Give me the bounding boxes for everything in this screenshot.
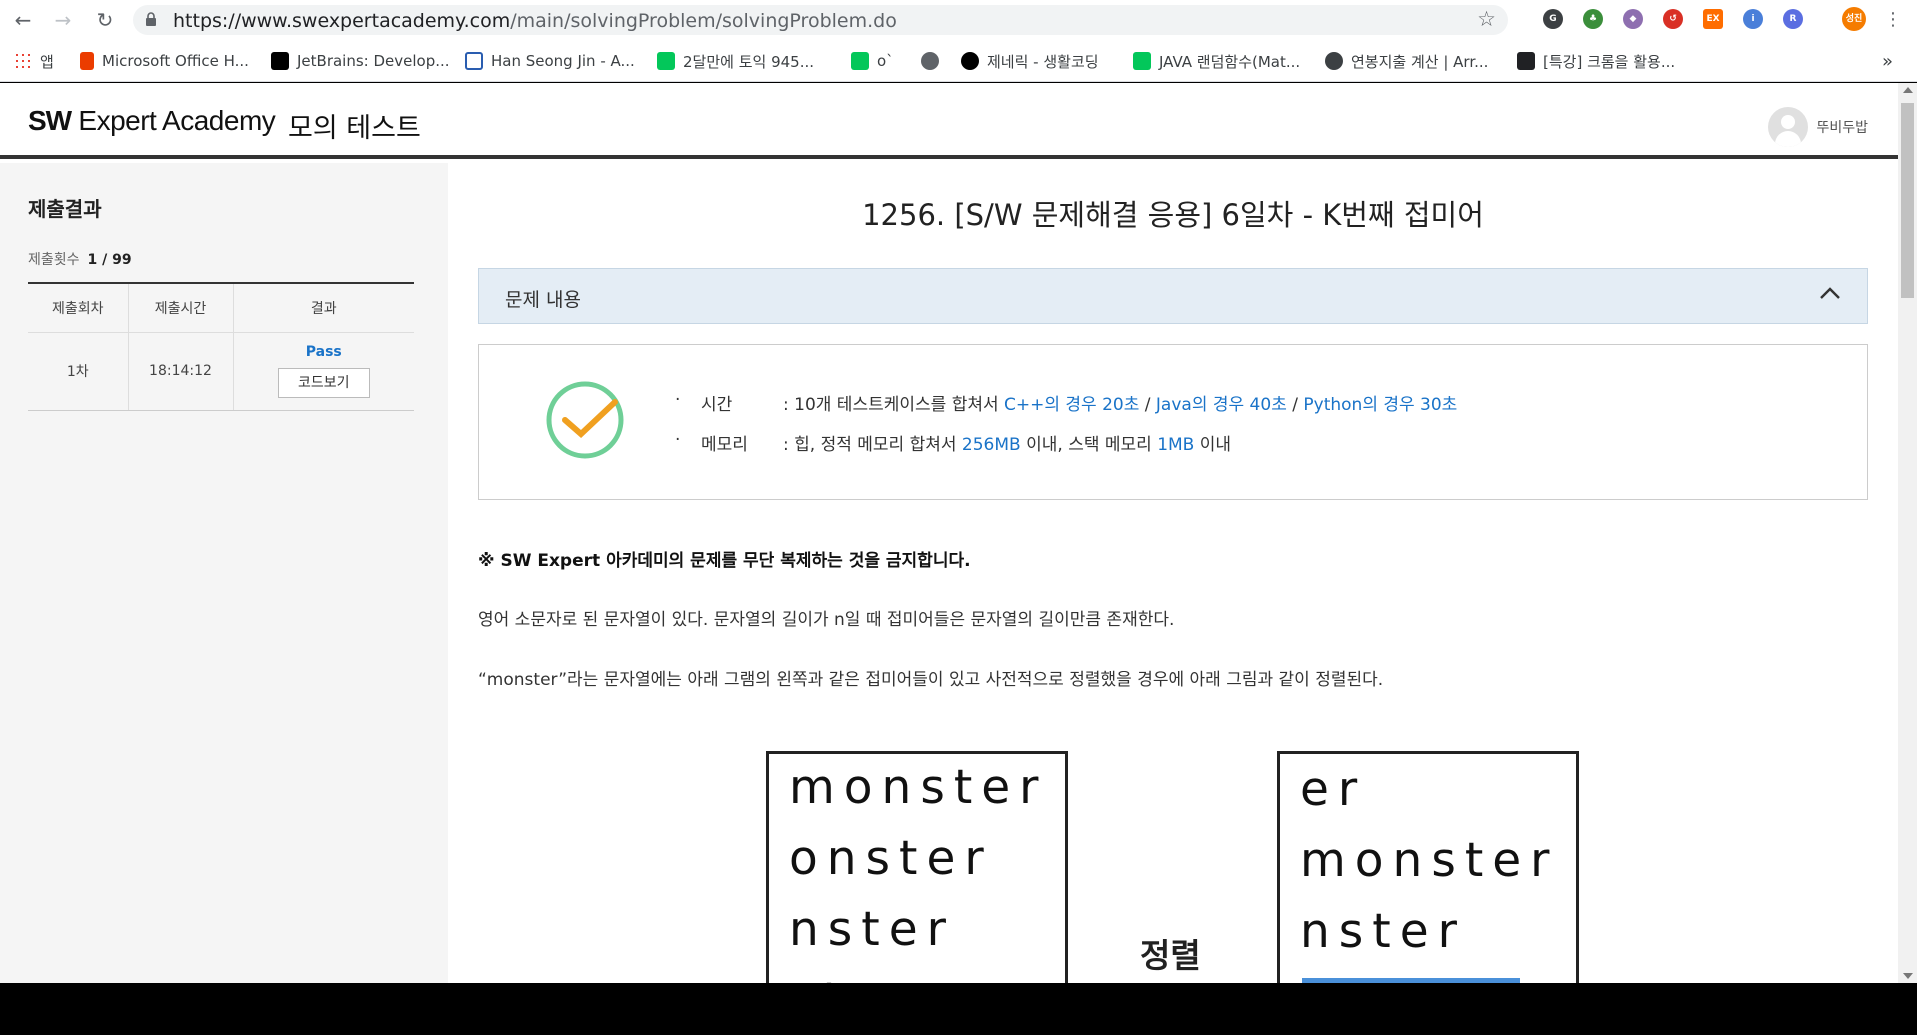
panel-title: 문제 내용 (505, 289, 581, 311)
user-name: 뚜비두밥 (1816, 120, 1868, 136)
bookmarks-overflow-button[interactable]: » (1882, 49, 1893, 73)
problem-paragraph: 영어 소문자로 된 문자열이 있다. 문자열의 길이가 n일 때 접미어들은 문… (478, 610, 1175, 630)
figure-line: monster (1300, 833, 1559, 888)
submission-sidebar: 제출결과 제출횟수 1 / 99 제출회차 제출시간 결과 1차 18:14:12 (0, 163, 448, 983)
reload-icon[interactable]: ↻ (92, 7, 118, 33)
result-pass-label: Pass (305, 344, 342, 360)
extension-icon[interactable]: ♣ (1583, 9, 1603, 29)
figure-line: ster (789, 973, 916, 983)
extension-icon[interactable]: i (1743, 9, 1763, 29)
address-bar[interactable]: https://www.swexpertacademy.com/main/sol… (133, 5, 1508, 35)
figure-suffixes-box: monster onster nster ster (766, 751, 1068, 983)
figure-line: onster (789, 831, 993, 886)
cloud-icon (1325, 52, 1343, 70)
blog-icon (1133, 52, 1151, 70)
lock-icon (146, 12, 156, 26)
url-text: https://www.swexpertacademy.com/main/sol… (173, 10, 897, 32)
checkmark-circle-icon (546, 381, 624, 459)
page-scrollbar[interactable] (1898, 83, 1917, 983)
submission-round: 1차 (28, 332, 128, 411)
bookmark-item[interactable]: JAVA 랜덤함수(Mat... (1133, 49, 1300, 73)
extension-icon[interactable]: G (1543, 9, 1563, 29)
figure-highlight (1302, 978, 1520, 983)
profile-avatar[interactable]: 성진 (1842, 7, 1866, 31)
bookmark-item[interactable]: Han Seong Jin - A... (465, 49, 635, 73)
browser-toolbar: ← → ↻ https://www.swexpertacademy.com/ma… (0, 0, 1917, 40)
extension-icon[interactable]: ↺ (1663, 9, 1683, 29)
site-header: SW Expert Academy 모의 테스트 뚜비두밥 (0, 83, 1898, 159)
user-menu[interactable]: 뚜비두밥 (1768, 107, 1868, 147)
figure-line: nster (789, 902, 955, 957)
apps-grid-icon (14, 52, 32, 70)
naver-icon (851, 52, 869, 70)
submission-count: 제출횟수 1 / 99 (28, 252, 132, 268)
bookmarks-bar: 앱 Microsoft Office H... JetBrains: Devel… (0, 40, 1917, 82)
figure-line: monster (789, 760, 1048, 815)
figure-line: nster (1300, 904, 1466, 959)
submission-table: 제출회차 제출시간 결과 1차 18:14:12 Pass 코드보기 (28, 282, 414, 411)
browser-window: ← → ↻ https://www.swexpertacademy.com/ma… (0, 0, 1917, 1035)
bookmark-item[interactable]: 제네릭 - 생활코딩 (961, 49, 1099, 73)
table-row: 1차 18:14:12 Pass 코드보기 (28, 332, 414, 411)
bookmark-item[interactable] (921, 49, 947, 73)
bookmark-item[interactable]: 2달만에 토익 945... (657, 49, 814, 73)
copyright-warning: ※ SW Expert 아카데미의 문제를 무단 복제하는 것을 금지합니다. (478, 551, 971, 571)
forward-arrow-icon[interactable]: → (50, 7, 76, 33)
problem-content: 1256. [S/W 문제해결 응용] 6일차 - K번째 접미어 문제 내용 … (448, 163, 1898, 983)
submission-time: 18:14:12 (127, 332, 233, 411)
bookmark-item[interactable]: 연봉지출 계산 | Arr... (1325, 49, 1488, 73)
menu-dots-icon[interactable]: ⋮ (1880, 7, 1906, 33)
blog-icon (657, 52, 675, 70)
view-code-button[interactable]: 코드보기 (277, 368, 370, 398)
problem-panel-header[interactable]: 문제 내용 (478, 268, 1868, 324)
site-logo[interactable]: SW Expert Academy (28, 105, 276, 137)
scroll-down-arrow-icon[interactable] (1903, 973, 1913, 979)
office-icon (80, 52, 94, 70)
figure-line: er (1300, 762, 1367, 817)
column-header: 제출회차 (28, 283, 128, 333)
section-title: 모의 테스트 (288, 113, 421, 144)
extension-icon[interactable]: EX (1703, 9, 1723, 29)
back-arrow-icon[interactable]: ← (10, 7, 36, 33)
bookmark-item[interactable]: [특강] 크롬을 활용... (1517, 49, 1675, 73)
bookmark-item[interactable]: Microsoft Office H... (80, 49, 249, 73)
limits-box: · 시간 : 10개 테스트케이스를 합쳐서 C++의 경우 20초 / Jav… (478, 344, 1868, 500)
scrollbar-thumb[interactable] (1901, 103, 1914, 298)
figure-sorted-box: er monster nster (1277, 751, 1579, 983)
bookmark-star-icon[interactable]: ☆ (1477, 7, 1496, 31)
lecture-icon (1517, 52, 1535, 70)
column-header: 결과 (232, 283, 414, 333)
scroll-up-arrow-icon[interactable] (1903, 87, 1913, 93)
bookmark-apps[interactable]: 앱 (14, 49, 54, 73)
website-icon (465, 52, 483, 70)
web-page: SW Expert Academy 모의 테스트 뚜비두밥 제출결과 제출횟수 1… (0, 83, 1898, 983)
figure-sort-label: 정렬 (1140, 936, 1201, 975)
column-header: 제출시간 (127, 283, 233, 333)
bookmark-item[interactable]: JetBrains: Develop... (271, 49, 450, 73)
jetbrains-icon (271, 52, 289, 70)
chevron-up-icon[interactable] (1819, 283, 1841, 305)
submission-result-cell: Pass 코드보기 (232, 332, 414, 411)
opentutorials-icon (961, 52, 979, 70)
globe-icon (921, 52, 939, 70)
extension-icon[interactable]: R (1783, 9, 1803, 29)
bookmark-item[interactable]: o` (851, 49, 894, 73)
problem-paragraph: “monster”라는 문자열에는 아래 그램의 왼쪽과 같은 접미어들이 있고… (478, 670, 1384, 690)
problem-title: 1256. [S/W 문제해결 응용] 6일차 - K번째 접미어 (862, 198, 1484, 232)
user-avatar (1768, 107, 1809, 147)
extension-icon[interactable]: ◆ (1623, 9, 1643, 29)
sidebar-title: 제출결과 (28, 197, 102, 221)
